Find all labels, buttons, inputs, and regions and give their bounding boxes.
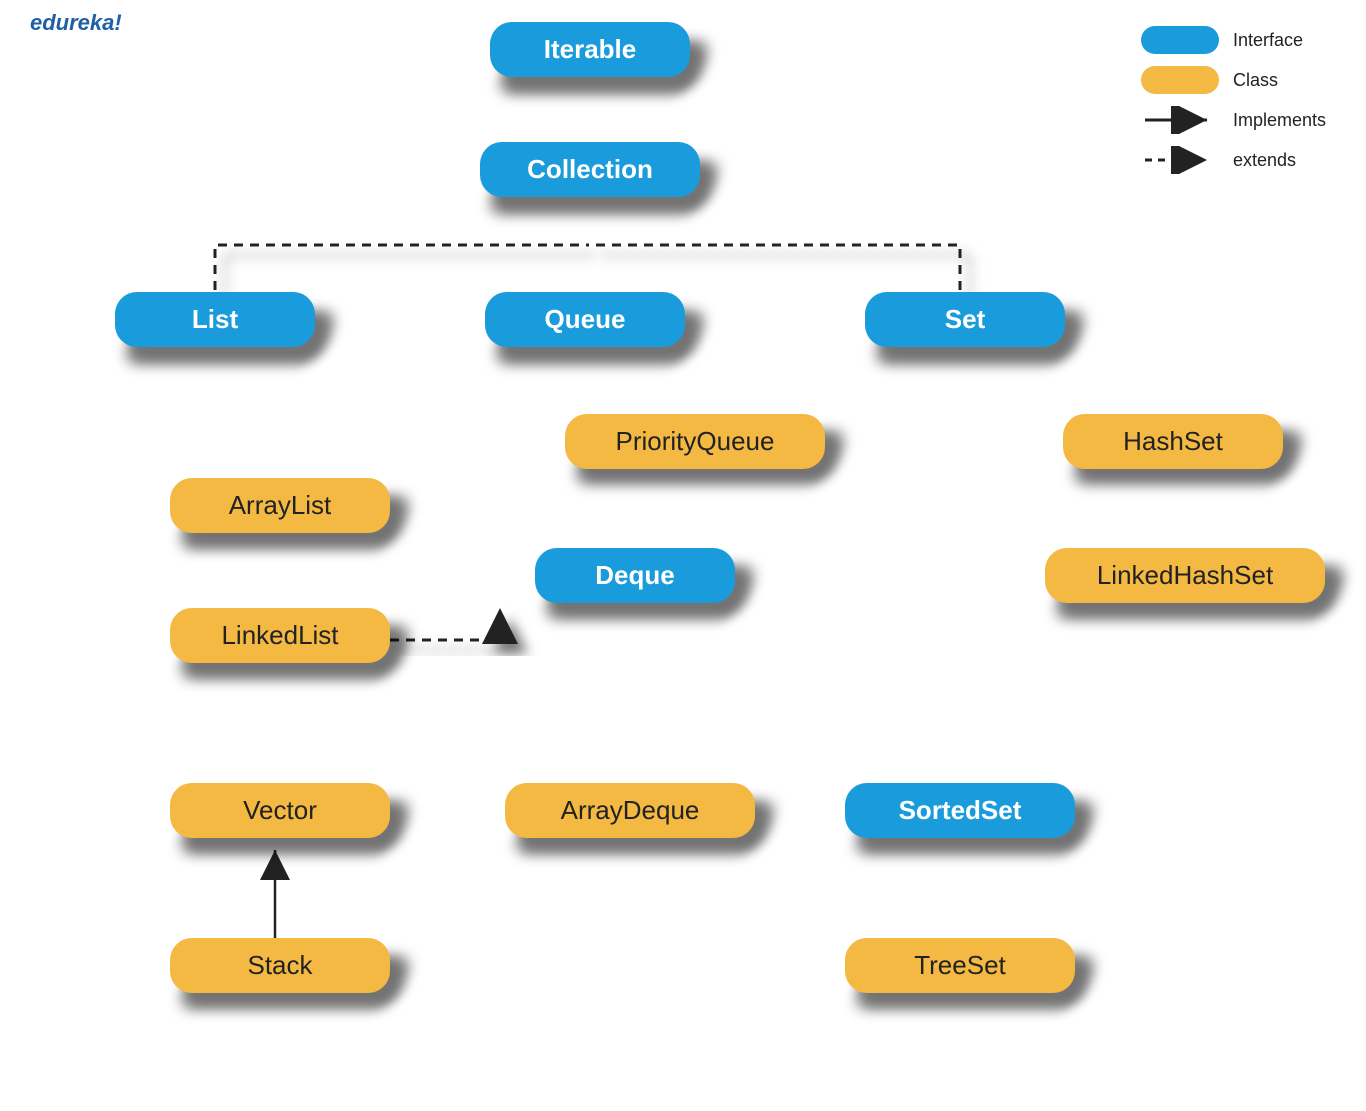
legend-implements: Implements [1141, 100, 1326, 140]
node-linkedhashset: LinkedHashSet [1045, 548, 1325, 603]
legend-label-class: Class [1233, 70, 1278, 91]
node-iterable: Iterable [490, 22, 690, 77]
legend-label-interface: Interface [1233, 30, 1303, 51]
legend: Interface Class Implements extends [1141, 20, 1326, 180]
node-set: Set [865, 292, 1065, 347]
node-treeset: TreeSet [845, 938, 1075, 993]
node-collection: Collection [480, 142, 700, 197]
node-arraydeque: ArrayDeque [505, 783, 755, 838]
node-deque: Deque [535, 548, 735, 603]
legend-interface: Interface [1141, 20, 1326, 60]
node-vector: Vector [170, 783, 390, 838]
brand-logo: edureka! [30, 10, 122, 36]
legend-class: Class [1141, 60, 1326, 100]
node-list: List [115, 292, 315, 347]
node-priorityqueue: PriorityQueue [565, 414, 825, 469]
node-queue: Queue [485, 292, 685, 347]
legend-extends: extends [1141, 140, 1326, 180]
diagram-stage: edureka!edureka!edureka!edureka! edureka… [0, 0, 1366, 1111]
legend-swatch-interface [1141, 26, 1219, 54]
node-sortedset: SortedSet [845, 783, 1075, 838]
node-hashset: HashSet [1063, 414, 1283, 469]
node-linkedlist: LinkedList [170, 608, 390, 663]
legend-label-implements: Implements [1233, 110, 1326, 131]
node-arraylist: ArrayList [170, 478, 390, 533]
legend-label-extends: extends [1233, 150, 1296, 171]
legend-swatch-class [1141, 66, 1219, 94]
node-stack: Stack [170, 938, 390, 993]
